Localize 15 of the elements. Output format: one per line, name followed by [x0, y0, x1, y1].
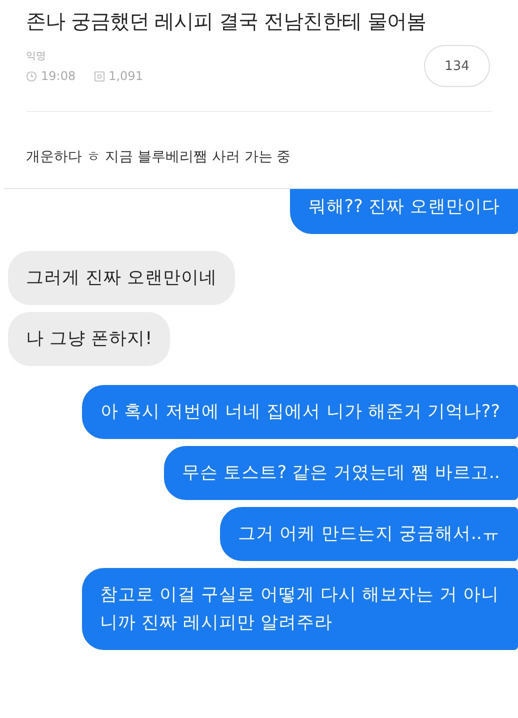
received-message-bubble: 그러게 진짜 오랜만이네 [8, 251, 236, 305]
comment-count-button[interactable]: 134 [424, 45, 490, 87]
views-icon [94, 70, 105, 82]
sent-message-bubble: 참고로 이걸 구실로 어떻게 다시 해보자는 거 아니니까 진짜 레시피만 알려주라 [82, 568, 518, 650]
post-body: 개운하다 ㅎ 지금 블루베리쨈 사러 가는 중 [25, 148, 292, 167]
sent-message-bubble: 아 혹시 저번에 너네 집에서 니가 해준거 기억나?? [82, 385, 518, 439]
sent-message-bubble: 그거 어케 만드는지 궁금해서..ㅠ [220, 507, 518, 561]
post-time: 19:08 [41, 69, 76, 83]
clock-icon [26, 70, 37, 82]
view-count: 1,091 [108, 69, 143, 83]
sent-message-bubble: 무슨 토스트? 같은 거였는데 쨈 바르고.. [164, 446, 518, 500]
received-message-bubble: 나 그냥 폰하지! [8, 312, 170, 366]
author-name: 익명 [26, 50, 47, 63]
post-title: 존나 궁금했던 레시피 결국 전남친한테 물어봄 [26, 8, 427, 35]
sent-message-bubble: 뭐해?? 진짜 오랜만이다 [290, 189, 518, 234]
